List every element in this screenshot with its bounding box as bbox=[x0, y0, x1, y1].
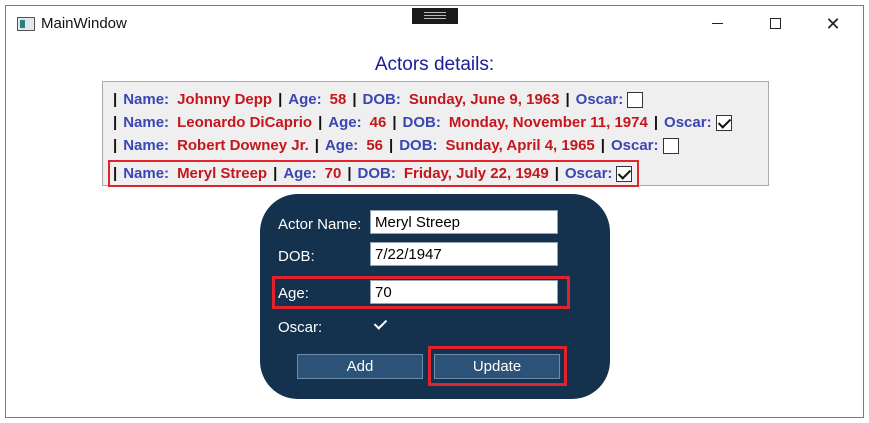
name-label: Name: bbox=[123, 91, 170, 108]
actor-name: Leonardo DiCaprio bbox=[177, 114, 313, 131]
separator: | bbox=[653, 114, 659, 131]
actor-row-selected[interactable]: | Name: Meryl Streep | Age: 70 | DOB: Fr… bbox=[107, 160, 640, 187]
separator: | bbox=[113, 91, 118, 108]
separator: | bbox=[278, 91, 283, 108]
age-label: Age: bbox=[328, 114, 362, 131]
dob-input[interactable] bbox=[370, 242, 558, 266]
separator: | bbox=[113, 165, 118, 182]
actor-dob: Sunday, June 9, 1963 bbox=[408, 91, 560, 108]
page-title: Actors details: bbox=[374, 54, 495, 75]
actor-form: Actor Name: DOB: Age: Oscar: Add Update bbox=[260, 194, 610, 399]
actor-age: 46 bbox=[369, 114, 387, 131]
separator: | bbox=[600, 137, 605, 154]
actor-age: 58 bbox=[329, 91, 347, 108]
oscar-checkbox[interactable] bbox=[662, 137, 679, 154]
separator: | bbox=[113, 137, 118, 154]
oscar-label: Oscar: bbox=[575, 91, 624, 108]
dob-label: DOB: bbox=[278, 248, 315, 265]
actor-row[interactable]: | Name: Robert Downey Jr. | Age: 56 | DO… bbox=[112, 134, 679, 157]
actor-age: 70 bbox=[324, 165, 342, 182]
dob-label: DOB: bbox=[402, 114, 441, 131]
age-label: Age: bbox=[278, 285, 309, 302]
oscar-label: Oscar: bbox=[664, 114, 712, 131]
age-label: Age: bbox=[324, 137, 359, 154]
close-icon: ✕ bbox=[825, 13, 841, 34]
window-title: MainWindow bbox=[41, 15, 127, 32]
minimize-icon bbox=[711, 23, 723, 24]
title-bar[interactable]: MainWindow ✕ bbox=[6, 6, 863, 41]
oscar-label: Oscar: bbox=[278, 319, 323, 336]
separator: | bbox=[565, 91, 570, 108]
actor-dob: Monday, November 11, 1974 bbox=[448, 114, 648, 131]
separator: | bbox=[347, 165, 352, 182]
actor-row[interactable]: | Name: Leonardo DiCaprio | Age: 46 | DO… bbox=[112, 111, 732, 134]
separator: | bbox=[352, 91, 357, 108]
name-label: Name: bbox=[123, 114, 170, 131]
separator: | bbox=[554, 165, 559, 182]
dob-label: DOB: bbox=[357, 165, 396, 182]
minimize-button[interactable] bbox=[688, 6, 746, 41]
name-label: Name: bbox=[123, 137, 170, 154]
update-button[interactable]: Update bbox=[434, 354, 560, 379]
actor-name: Robert Downey Jr. bbox=[177, 137, 309, 154]
actor-dob: Sunday, April 4, 1965 bbox=[445, 137, 595, 154]
age-input[interactable] bbox=[370, 280, 558, 304]
separator: | bbox=[314, 137, 319, 154]
dob-label: DOB: bbox=[399, 137, 438, 154]
actors-list: | Name: Johnny Depp | Age: 58 | DOB: Sun… bbox=[102, 81, 769, 187]
separator: | bbox=[273, 165, 278, 182]
oscar-checkbox[interactable] bbox=[373, 317, 388, 332]
oscar-label: Oscar: bbox=[564, 165, 613, 182]
actor-name: Meryl Streep bbox=[177, 165, 268, 182]
separator: | bbox=[392, 114, 397, 131]
dob-label: DOB: bbox=[362, 91, 401, 108]
actor-name-label: Actor Name: bbox=[278, 216, 362, 233]
actor-name-input[interactable] bbox=[370, 210, 558, 234]
age-label: Age: bbox=[283, 165, 317, 182]
separator: | bbox=[318, 114, 323, 131]
age-label: Age: bbox=[288, 91, 322, 108]
main-window: MainWindow ✕ Actors details: | Name: Joh… bbox=[5, 5, 864, 418]
name-label: Name: bbox=[123, 165, 170, 182]
add-button[interactable]: Add bbox=[297, 354, 423, 379]
oscar-checkbox[interactable] bbox=[715, 114, 732, 131]
close-button[interactable]: ✕ bbox=[804, 6, 862, 41]
actor-row[interactable]: | Name: Johnny Depp | Age: 58 | DOB: Sun… bbox=[112, 88, 644, 111]
drag-grip-icon[interactable] bbox=[412, 8, 458, 24]
app-icon bbox=[17, 17, 35, 31]
oscar-checkbox[interactable] bbox=[616, 165, 633, 182]
maximize-button[interactable] bbox=[746, 6, 804, 41]
actor-name: Johnny Depp bbox=[177, 91, 273, 108]
separator: | bbox=[389, 137, 394, 154]
maximize-icon bbox=[769, 18, 781, 29]
actor-age: 56 bbox=[366, 137, 383, 154]
oscar-checkbox[interactable] bbox=[627, 91, 644, 108]
actor-dob: Friday, July 22, 1949 bbox=[403, 165, 549, 182]
oscar-label: Oscar: bbox=[610, 137, 659, 154]
separator: | bbox=[113, 114, 118, 131]
